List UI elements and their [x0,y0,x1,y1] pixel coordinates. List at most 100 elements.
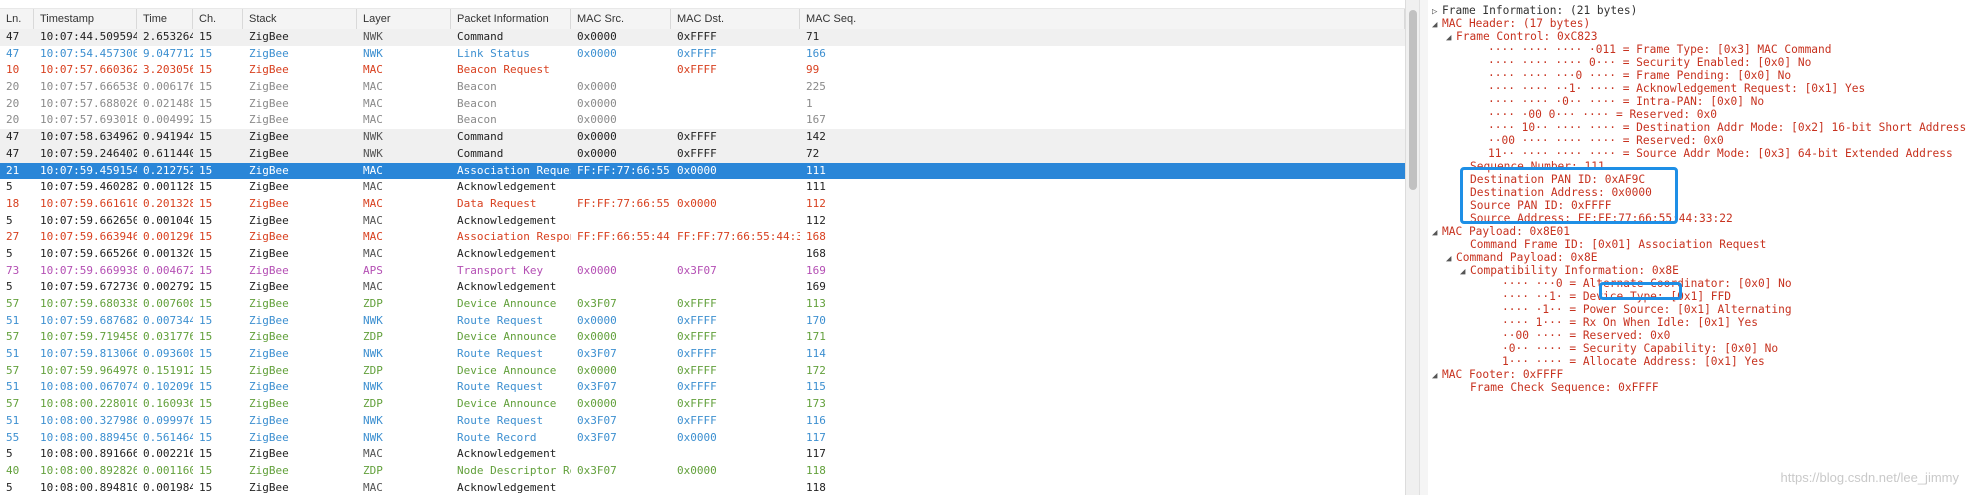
cell-packet-info: Beacon [457,80,497,94]
cell-stack: ZigBee [249,46,289,60]
cell-time-delta: 0.021488 [143,96,193,110]
cell-ln: 51 [6,413,20,427]
cell-stack: ZigBee [249,163,289,177]
packet-row[interactable]: 10 10:07:57.660362 3.203056 15 ZigBee MAC Beac… [0,62,1405,79]
cell-time-delta: 0.160936 [143,397,193,411]
packet-row[interactable]: 57 10:08:00.228010 0.160936 15 ZigBee ZDP Devi… [0,396,1405,413]
packet-row[interactable]: 57 10:07:59.680338 0.007608 15 ZigBee ZDP Devi… [0,296,1405,313]
packet-row[interactable]: 51 10:08:00.067074 0.102096 15 ZigBee NWK Rout… [0,379,1405,396]
cell-timestamp: 10:08:00.892826 [40,463,137,477]
packet-row[interactable]: 20 10:07:57.666538 0.006176 15 ZigBee MAC Beac… [0,79,1405,96]
column-header-channel[interactable]: Ch. [193,9,243,29]
cell-stack: ZigBee [249,230,289,244]
cell-layer: MAC [363,180,383,194]
cell-mac-src: 0x0000 [577,46,617,60]
vertical-scrollbar[interactable] [1405,0,1420,495]
cell-mac-src: 0x3F07 [577,297,617,310]
cell-mac-seq: 118 [806,463,826,477]
packet-row[interactable]: 5 10:08:00.891666 0.002216 15 ZigBee MAC Ackno… [0,446,1405,463]
cell-mac-seq: 99 [806,63,820,77]
cell-packet-info: Route Request [457,413,544,427]
cell-time-delta: 0.611440 [143,146,193,160]
cell-ln: 5 [6,280,13,294]
cell-timestamp: 10:07:59.665266 [40,246,137,260]
cell-ln: 51 [6,380,20,394]
collapse-icon[interactable]: ◢ [1432,225,1442,241]
packet-row[interactable]: 47 10:07:44.509594 2.653264 15 ZigBee NWK Comm… [0,29,1405,46]
annotation-box-device-type [1599,282,1682,300]
packet-row[interactable]: 47 10:07:54.457306 9.047712 15 ZigBee NWK Link… [0,46,1405,63]
cell-mac-seq: 115 [806,380,826,394]
packet-row[interactable]: 5 10:07:59.665266 0.001320 15 ZigBee MAC Ackno… [0,246,1405,263]
cell-mac-seq: 167 [806,113,826,127]
packet-row[interactable]: 57 10:07:59.719458 0.031776 15 ZigBee ZDP Devi… [0,329,1405,346]
column-header-layer[interactable]: Layer [357,9,451,29]
packet-row[interactable]: 51 10:07:59.813066 0.093608 15 ZigBee NWK Rout… [0,346,1405,363]
packet-row[interactable]: 5 10:08:00.894810 0.001984 15 ZigBee MAC Ackno… [0,480,1405,495]
cell-timestamp: 10:07:58.634962 [40,130,137,144]
cell-timestamp: 10:07:59.672730 [40,280,137,294]
cell-stack: ZigBee [249,363,289,377]
packet-row[interactable]: 20 10:07:57.688026 0.021488 15 ZigBee MAC Beac… [0,96,1405,113]
packet-row[interactable]: 27 10:07:59.663946 0.001296 15 ZigBee MAC Asso… [0,229,1405,246]
cell-time-delta: 0.031776 [143,330,193,344]
cell-timestamp: 10:07:44.509594 [40,30,137,43]
cell-ln: 5 [6,246,13,260]
column-header-mac-dst[interactable]: MAC Dst. [671,9,800,29]
packet-row[interactable]: 5 10:07:59.460282 0.001128 15 ZigBee MAC Ackno… [0,179,1405,196]
packet-row[interactable]: 55 10:08:00.889450 0.561464 15 ZigBee NWK Rout… [0,430,1405,447]
column-header-timestamp[interactable]: Timestamp [34,9,137,29]
cell-mac-seq: 111 [806,180,826,194]
cell-layer: MAC [363,246,383,260]
cell-mac-src: 0x0000 [577,113,617,127]
column-header-mac-src[interactable]: MAC Src. [571,9,671,29]
cell-stack: ZigBee [249,246,289,260]
cell-mac-src: FF:FF:77:66:55:4… [577,196,671,210]
collapse-icon[interactable]: ◢ [1432,368,1442,384]
packet-row[interactable]: 51 10:08:00.327986 0.099976 15 ZigBee NWK Rout… [0,413,1405,430]
cell-mac-seq: 72 [806,146,820,160]
scrollbar-thumb[interactable] [1409,10,1417,190]
packet-row[interactable]: 57 10:07:59.964978 0.151912 15 ZigBee ZDP Devi… [0,363,1405,380]
collapse-icon[interactable]: ◢ [1446,30,1456,46]
packet-row[interactable]: 47 10:07:59.246402 0.611440 15 ZigBee NWK Comm… [0,145,1405,163]
packet-row[interactable]: 5 10:07:59.662650 0.001040 15 ZigBee MAC Ackno… [0,213,1405,230]
packet-row-selected[interactable]: 21 10:07:59.459154 0.212752 15 ZigBee MAC Asso… [0,162,1405,180]
cell-mac-src: 0x3F07 [577,430,617,444]
cell-mac-dst: 0xFFFF [677,297,717,310]
cell-mac-src: FF:FF:77:66:55:4… [577,163,671,177]
packet-row[interactable]: 51 10:07:59.687682 0.007344 15 ZigBee NWK Rout… [0,313,1405,330]
cell-channel: 15 [199,380,213,394]
cell-mac-src: 0x0000 [577,330,617,344]
cell-mac-src: 0x0000 [577,130,617,144]
cell-timestamp: 10:07:59.459154 [40,163,137,177]
watermark-text: https://blog.csdn.net/lee_jimmy [1780,470,1959,485]
cell-layer: MAC [363,213,383,227]
cell-stack: ZigBee [249,297,289,310]
column-header-ln[interactable]: Ln. [0,9,34,29]
packet-row[interactable]: 20 10:07:57.693018 0.004992 15 ZigBee MAC Beac… [0,112,1405,129]
packet-row[interactable]: 73 10:07:59.669938 0.004672 15 ZigBee APS Tran… [0,263,1405,280]
column-header-time-delta[interactable]: Time Delta [137,9,193,45]
cell-mac-seq: 225 [806,80,826,94]
packet-row[interactable]: 47 10:07:58.634962 0.941944 15 ZigBee NWK Comm… [0,129,1405,146]
cell-timestamp: 10:07:59.460282 [40,180,137,194]
cell-layer: MAC [363,480,383,494]
packet-row[interactable]: 5 10:07:59.672730 0.002792 15 ZigBee MAC Ackno… [0,279,1405,296]
collapse-icon[interactable]: ◢ [1460,264,1470,280]
packet-row[interactable]: 40 10:08:00.892826 0.001160 15 ZigBee ZDP Node… [0,463,1405,480]
cell-mac-dst: 0xFFFF [677,413,717,427]
cell-time-delta: 0.002216 [143,447,193,461]
cell-stack: ZigBee [249,397,289,411]
column-header-packet-info[interactable]: Packet Information [451,9,571,29]
cell-channel: 15 [199,213,213,227]
collapse-icon[interactable]: ◢ [1432,17,1442,33]
column-header-stack[interactable]: Stack [243,9,357,29]
cell-packet-info: Acknowledgement [457,280,557,294]
cell-packet-info: Beacon [457,113,497,127]
packet-row[interactable]: 18 10:07:59.661610 0.201328 15 ZigBee MAC Data… [0,196,1405,213]
collapse-icon[interactable]: ◢ [1446,251,1456,267]
column-header-mac-seq[interactable]: MAC Seq. [800,9,1405,29]
cell-stack: ZigBee [249,63,289,77]
cell-channel: 15 [199,146,213,160]
